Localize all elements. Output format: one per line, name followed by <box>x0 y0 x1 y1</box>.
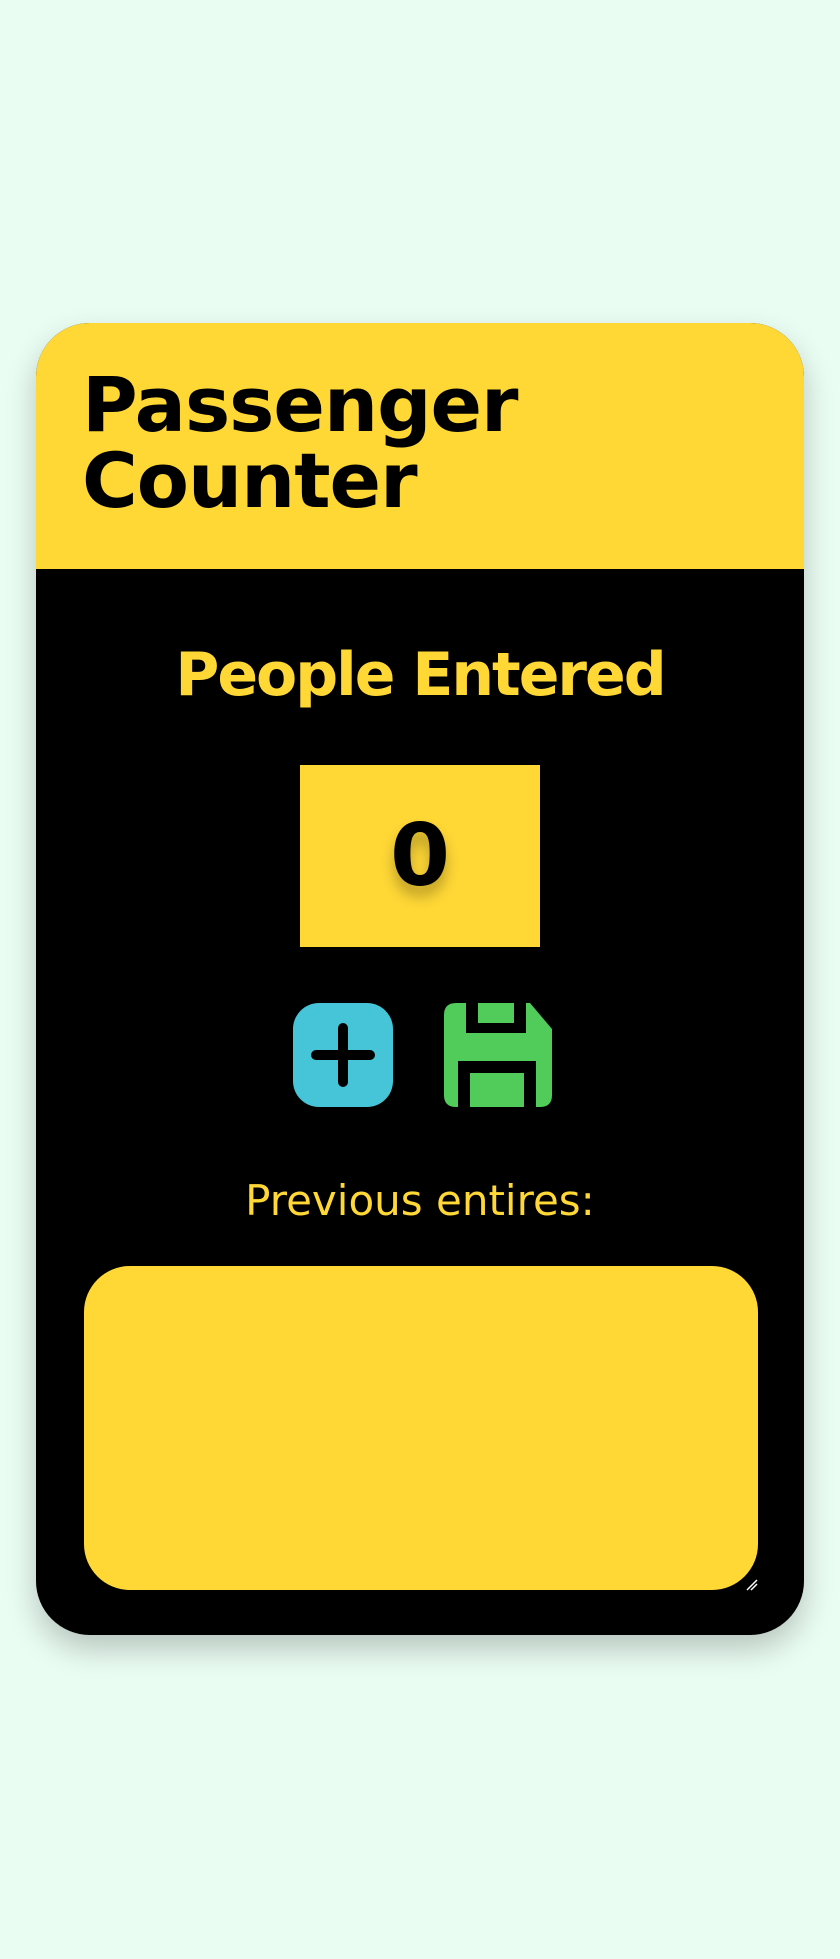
count-value: 0 <box>390 806 450 906</box>
people-entered-heading: People Entered <box>175 640 666 710</box>
count-display: 0 <box>300 765 540 947</box>
increment-button[interactable] <box>293 1003 393 1107</box>
previous-entries-field[interactable] <box>84 1266 758 1590</box>
previous-entries-label: Previous entires: <box>245 1176 595 1225</box>
floppy-disk-icon <box>444 1003 552 1107</box>
app-title: Passenger Counter <box>82 367 518 519</box>
resize-handle-icon[interactable] <box>746 1579 758 1591</box>
card-header: Passenger Counter <box>36 323 804 569</box>
app-title-line-2: Counter <box>82 436 418 525</box>
save-button[interactable] <box>444 1003 552 1107</box>
plus-square-icon <box>293 1003 393 1107</box>
counter-card: Passenger Counter People Entered 0 Previ… <box>36 323 804 1635</box>
